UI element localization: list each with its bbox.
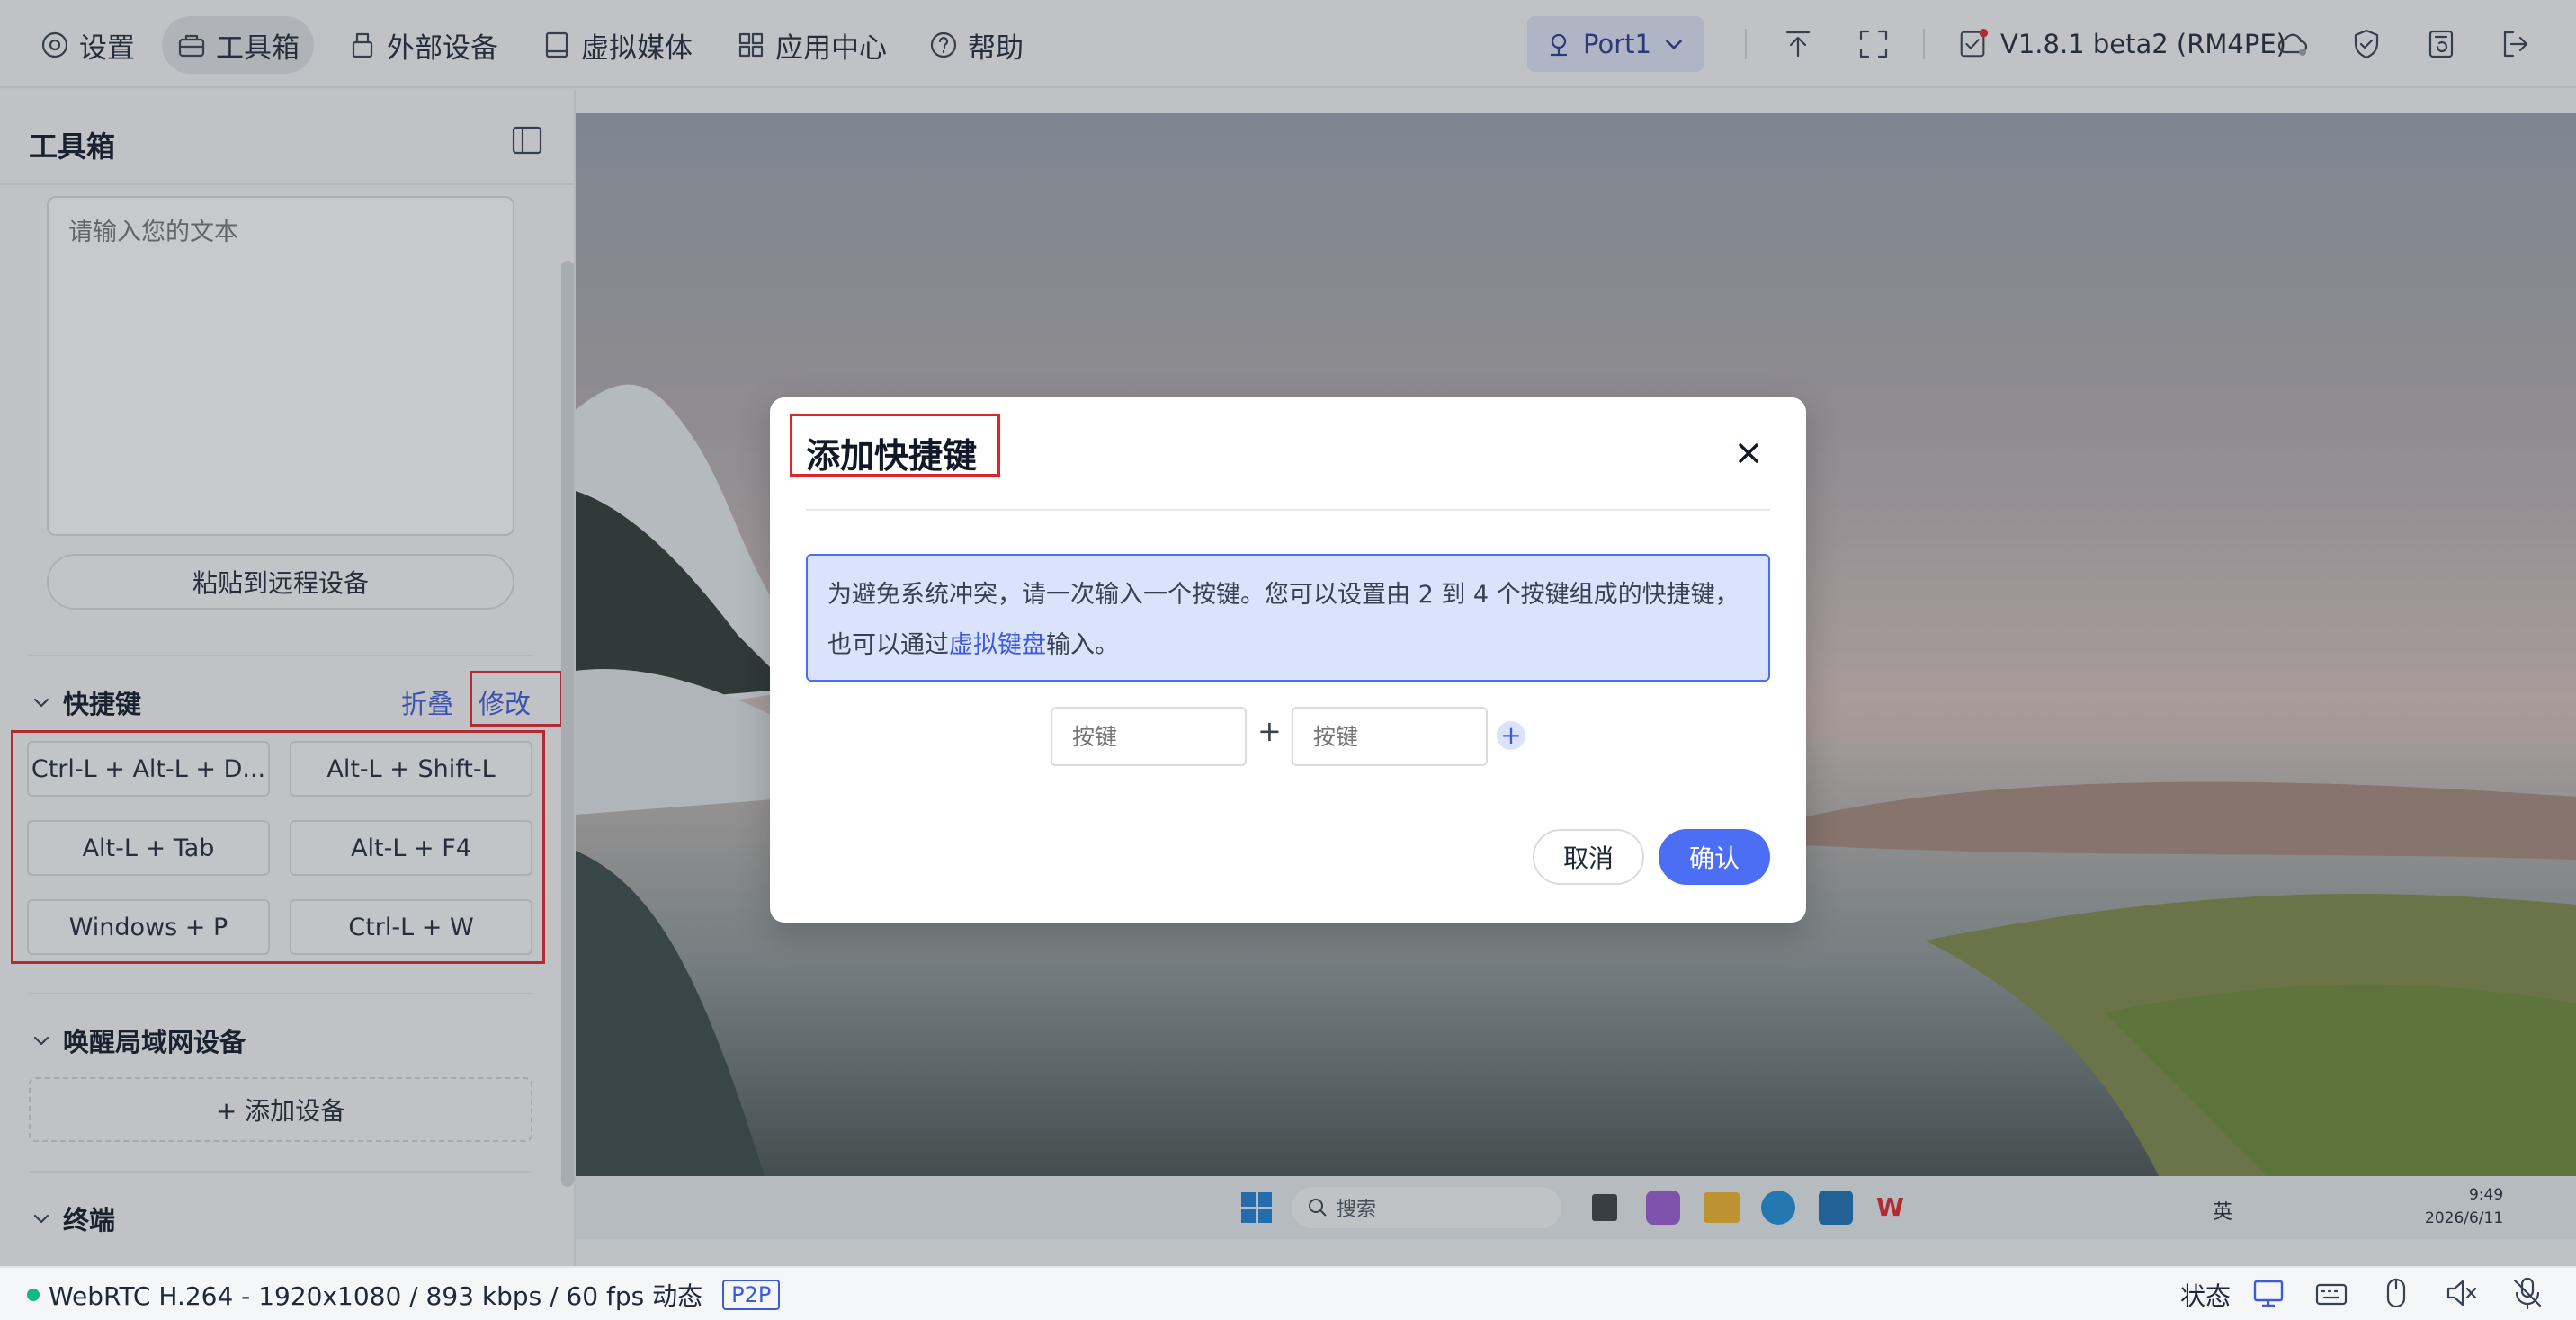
- keyboard-button[interactable]: [2313, 1275, 2349, 1311]
- stream-status: WebRTC H.264 - 1920x1080 / 893 kbps / 60…: [27, 1277, 781, 1313]
- key-input-2[interactable]: [1292, 707, 1488, 766]
- virtual-keyboard-link[interactable]: 虚拟键盘: [949, 631, 1046, 659]
- status-label: 状态: [2180, 1281, 2232, 1311]
- p2p-badge: P2P: [722, 1280, 781, 1310]
- monitor-button[interactable]: [2250, 1275, 2286, 1311]
- plus-separator: +: [1257, 714, 1282, 748]
- microphone-muted-icon: [2513, 1277, 2542, 1310]
- microphone-button[interactable]: [2509, 1275, 2545, 1311]
- dialog-title: 添加快捷键: [806, 436, 978, 476]
- stream-info: WebRTC H.264 - 1920x1080 / 893 kbps / 60…: [49, 1281, 703, 1311]
- add-key-button[interactable]: +: [1497, 721, 1525, 750]
- info-alert: 为避免系统冲突，请一次输入一个按键。您可以设置由 2 到 4 个按键组成的快捷键…: [806, 554, 1770, 682]
- connection-dot-icon: [27, 1289, 40, 1301]
- monitor-icon: [2253, 1280, 2284, 1307]
- alert-suffix: 输入。: [1046, 631, 1119, 659]
- confirm-button[interactable]: 确认: [1659, 829, 1770, 885]
- cancel-button[interactable]: 取消: [1533, 829, 1644, 885]
- add-shortcut-dialog: 添加快捷键 为避免系统冲突，请一次输入一个按键。您可以设置由 2 到 4 个按键…: [770, 397, 1806, 923]
- key-input-1[interactable]: [1051, 707, 1247, 766]
- speaker-muted-icon: [2446, 1280, 2477, 1307]
- mouse-button[interactable]: [2378, 1275, 2414, 1311]
- mute-button[interactable]: [2443, 1275, 2479, 1311]
- keyboard-icon: [2315, 1283, 2348, 1306]
- mouse-icon: [2386, 1278, 2406, 1308]
- dialog-divider: [806, 509, 1770, 511]
- close-icon[interactable]: [1731, 435, 1767, 471]
